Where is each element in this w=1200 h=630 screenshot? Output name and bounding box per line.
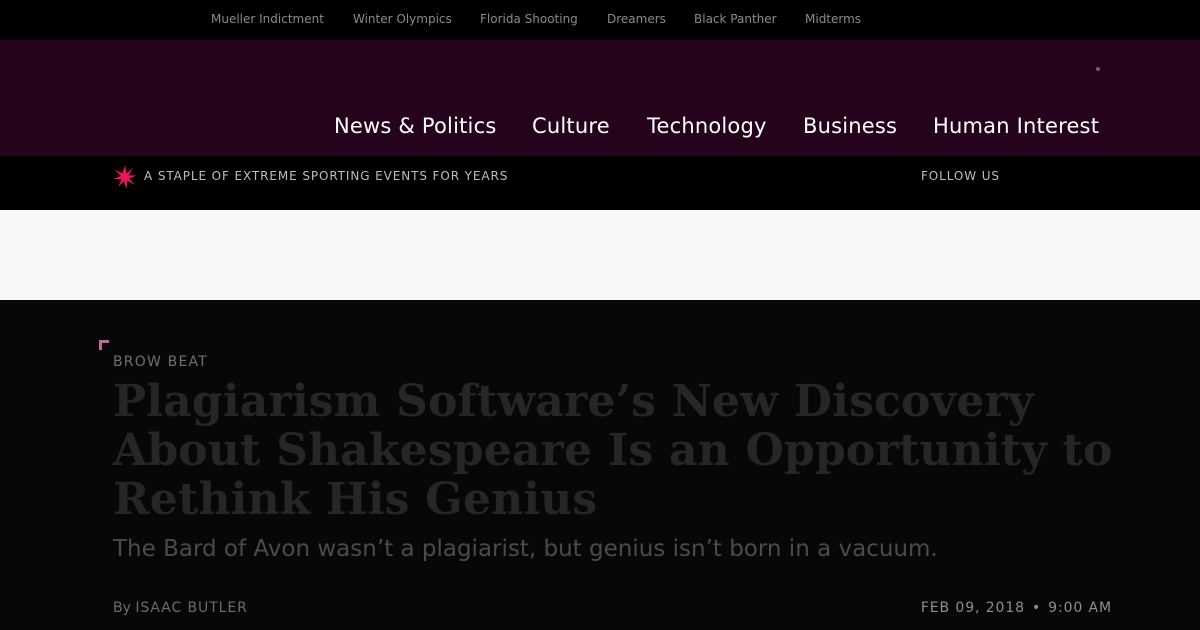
article-dateline: FEB 09, 2018 • 9:00 AM (921, 600, 1112, 616)
byline-prefix: By (113, 600, 131, 616)
article-header: BROW BEAT Plagiarism Software’s New Disc… (0, 300, 1200, 630)
trending-link-midterms[interactable]: Midterms (805, 12, 861, 26)
ad-banner-placeholder (0, 210, 1200, 300)
article-headline: Plagiarism Software’s New Discovery Abou… (113, 376, 1113, 525)
nav-item-technology[interactable]: Technology (647, 114, 767, 138)
nav-item-news-politics[interactable]: News & Politics (334, 114, 496, 138)
nav-item-human-interest[interactable]: Human Interest (933, 114, 1099, 138)
corner-mark-icon (99, 340, 109, 350)
trending-bar: Mueller Indictment Winter Olympics Flori… (0, 0, 1200, 40)
publish-date: FEB 09, 2018 (920, 600, 1025, 616)
main-navigation: News & Politics Culture Technology Busin… (0, 40, 1200, 156)
article-dek: The Bard of Avon wasn’t a plagiarist, bu… (113, 536, 938, 562)
publish-time: 9:00 AM (1048, 600, 1112, 616)
follow-us-link[interactable]: FOLLOW US (921, 169, 1000, 183)
site-tagline: A STAPLE OF EXTREME SPORTING EVENTS FOR … (144, 169, 509, 183)
author-link[interactable]: ISAAC BUTLER (135, 600, 247, 616)
trending-link-dreamers[interactable]: Dreamers (607, 12, 666, 26)
article-byline: By ISAAC BUTLER (113, 600, 248, 616)
trending-link-winter-olympics[interactable]: Winter Olympics (353, 12, 452, 26)
nav-item-business[interactable]: Business (803, 114, 897, 138)
slate-asterisk-logo-icon[interactable] (111, 163, 139, 191)
article-section-kicker[interactable]: BROW BEAT (113, 354, 208, 370)
sub-header-bar: A STAPLE OF EXTREME SPORTING EVENTS FOR … (0, 156, 1200, 210)
trending-link-mueller-indictment[interactable]: Mueller Indictment (211, 12, 324, 26)
menu-dot-icon[interactable] (1096, 67, 1100, 71)
trending-link-florida-shooting[interactable]: Florida Shooting (480, 12, 578, 26)
nav-item-culture[interactable]: Culture (532, 114, 610, 138)
dateline-separator: • (1031, 600, 1042, 616)
trending-link-black-panther[interactable]: Black Panther (694, 12, 777, 26)
